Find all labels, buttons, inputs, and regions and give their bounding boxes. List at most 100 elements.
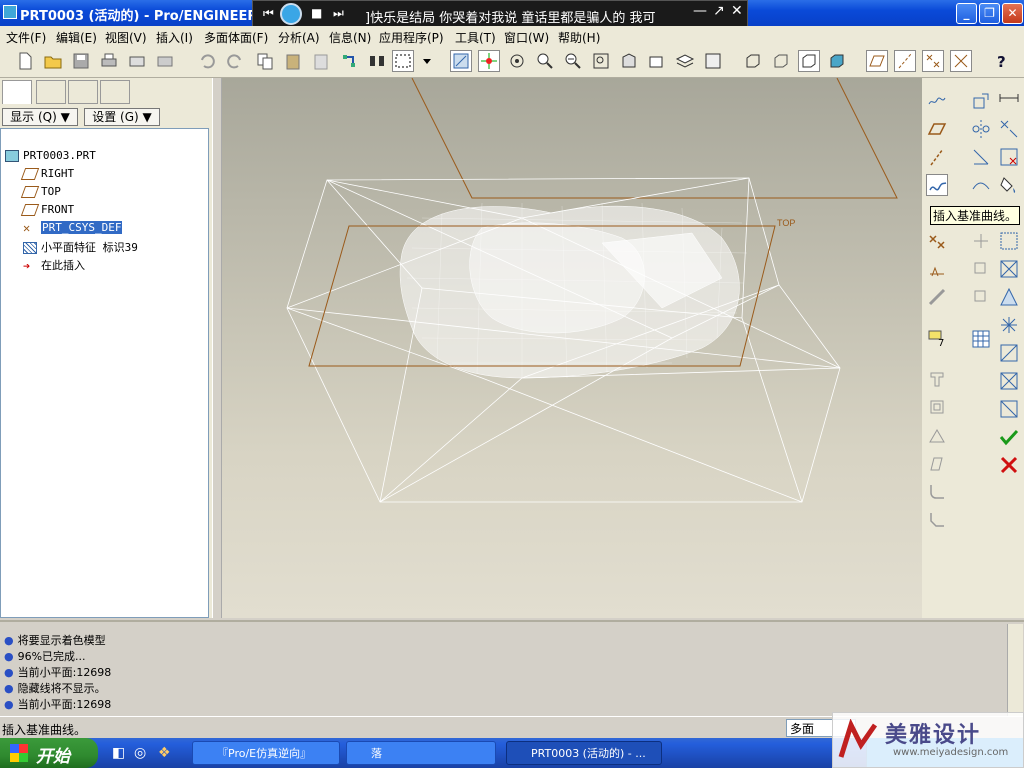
- taskbar-item[interactable]: 『Pro/E仿真逆向』: [192, 741, 340, 765]
- tree-item-right[interactable]: RIGHT: [20, 167, 74, 183]
- relax-icon[interactable]: [998, 314, 1020, 336]
- send-mail-icon[interactable]: [126, 50, 148, 72]
- sample-icon[interactable]: [970, 174, 992, 196]
- undo-icon[interactable]: [196, 50, 218, 72]
- menu-facet[interactable]: 多面体面(F): [204, 29, 268, 46]
- measure-icon[interactable]: [998, 90, 1020, 112]
- hole-icon[interactable]: [926, 368, 948, 390]
- copy-icon[interactable]: [254, 50, 276, 72]
- orient-mode-icon[interactable]: [506, 50, 528, 72]
- zoom-in-icon[interactable]: [534, 50, 556, 72]
- menu-help[interactable]: 帮助(H): [558, 29, 600, 46]
- pause-button[interactable]: [280, 3, 302, 25]
- redo-icon[interactable]: [224, 50, 246, 72]
- menu-tools[interactable]: 工具(T): [455, 29, 496, 46]
- panel-splitter[interactable]: [212, 78, 222, 618]
- shell-icon[interactable]: [926, 396, 948, 418]
- tab-model-tree[interactable]: [2, 80, 32, 104]
- rib-icon[interactable]: [926, 424, 948, 446]
- menu-info[interactable]: 信息(N): [329, 29, 371, 46]
- reorient-icon[interactable]: [618, 50, 640, 72]
- close-player-icon[interactable]: ✕: [731, 3, 743, 19]
- regenerate-icon[interactable]: [338, 50, 360, 72]
- datum-plane-icon[interactable]: [926, 118, 948, 140]
- minimize-button[interactable]: _: [956, 3, 977, 24]
- smooth-icon[interactable]: [998, 370, 1020, 392]
- wireframe-icon[interactable]: [742, 50, 764, 72]
- clean-icon[interactable]: [970, 258, 992, 280]
- tab-favorites[interactable]: [68, 80, 98, 104]
- datum-point-icon[interactable]: [926, 230, 948, 252]
- graphics-viewport[interactable]: TOP: [222, 78, 922, 618]
- menu-insert[interactable]: 插入(I): [156, 29, 193, 46]
- save-icon[interactable]: [70, 50, 92, 72]
- insert-datum-curve-icon[interactable]: [926, 174, 948, 196]
- menu-edit[interactable]: 编辑(E): [56, 29, 97, 46]
- select-dropdown-icon[interactable]: [416, 50, 431, 72]
- send-link-icon[interactable]: [154, 50, 176, 72]
- refit-icon[interactable]: [590, 50, 612, 72]
- tab-folder-browser[interactable]: [36, 80, 66, 104]
- offset-icon[interactable]: [998, 398, 1020, 420]
- tree-item-top[interactable]: TOP: [20, 185, 61, 201]
- coord-systems-toggle-icon[interactable]: [950, 50, 972, 72]
- new-file-icon[interactable]: [14, 50, 36, 72]
- spin-center-icon[interactable]: [478, 50, 500, 72]
- show-desktop-icon[interactable]: ◧: [112, 745, 125, 761]
- layers-icon[interactable]: [674, 50, 696, 72]
- start-button[interactable]: 开始: [0, 738, 98, 768]
- datum-axis-icon[interactable]: [926, 146, 948, 168]
- coordinate-system-icon[interactable]: [926, 258, 948, 280]
- view-manager-icon[interactable]: [702, 50, 724, 72]
- expand-player-icon[interactable]: ↗: [713, 3, 725, 19]
- open-folder-icon[interactable]: [42, 50, 64, 72]
- project-icon[interactable]: [970, 146, 992, 168]
- crop-icon[interactable]: [970, 230, 992, 252]
- confirm-check-icon[interactable]: [998, 426, 1020, 448]
- close-button[interactable]: ✕: [1002, 3, 1023, 24]
- delete-facets-icon[interactable]: [998, 146, 1020, 168]
- tree-item-csys[interactable]: ✕ PRT_CSYS_DEF: [23, 221, 123, 237]
- repaint-icon[interactable]: [450, 50, 472, 72]
- context-help-icon[interactable]: ?: [992, 50, 1014, 72]
- triangulate-icon[interactable]: [998, 286, 1020, 308]
- media-icon[interactable]: ❖: [158, 745, 171, 761]
- tab-connections[interactable]: [100, 80, 130, 104]
- next-track-icon[interactable]: ⏭: [333, 6, 344, 21]
- taskbar-item-active[interactable]: PRT0003 (活动的) - ...: [506, 741, 662, 765]
- select-box-icon[interactable]: [392, 50, 414, 72]
- settings-dropdown[interactable]: 设置 (G) ▼: [84, 108, 160, 126]
- no-hidden-icon[interactable]: [798, 50, 820, 72]
- taskbar-item[interactable]: 落: [346, 741, 496, 765]
- menu-analysis[interactable]: 分析(A): [278, 29, 320, 46]
- shrink-icon[interactable]: [970, 286, 992, 308]
- sharpen-icon[interactable]: [998, 342, 1020, 364]
- note-icon[interactable]: 7: [926, 326, 948, 349]
- decimate-icon[interactable]: [998, 230, 1020, 252]
- merge-icon[interactable]: [998, 118, 1020, 140]
- previous-track-icon[interactable]: ⏮: [263, 6, 274, 21]
- fill-icon[interactable]: [998, 174, 1020, 196]
- fix-mesh-icon[interactable]: [998, 258, 1020, 280]
- transform-icon[interactable]: [970, 90, 992, 112]
- find-icon[interactable]: [366, 50, 388, 72]
- print-icon[interactable]: [98, 50, 120, 72]
- mirror-icon[interactable]: [970, 118, 992, 140]
- menu-window[interactable]: 窗口(W): [504, 29, 549, 46]
- datum-planes-toggle-icon[interactable]: [866, 50, 888, 72]
- zoom-out-icon[interactable]: [562, 50, 584, 72]
- restore-button[interactable]: ❐: [979, 3, 1000, 24]
- tree-item-facet[interactable]: 小平面特征 标识39: [23, 239, 138, 255]
- show-dropdown[interactable]: 显示 (Q) ▼: [2, 108, 78, 126]
- tree-item-front[interactable]: FRONT: [20, 203, 74, 219]
- minimize-player-icon[interactable]: —: [693, 3, 707, 19]
- datum-points-toggle-icon[interactable]: [922, 50, 944, 72]
- cancel-x-icon[interactable]: [998, 454, 1020, 476]
- tree-item-insert-here[interactable]: ➔ 在此插入: [23, 257, 85, 273]
- stop-icon[interactable]: ■: [311, 6, 322, 20]
- datum-axes-toggle-icon[interactable]: [894, 50, 916, 72]
- message-scrollbar[interactable]: [1007, 624, 1023, 716]
- menu-view[interactable]: 视图(V): [105, 29, 147, 46]
- draft-icon[interactable]: [926, 452, 948, 474]
- round-icon[interactable]: [926, 480, 948, 502]
